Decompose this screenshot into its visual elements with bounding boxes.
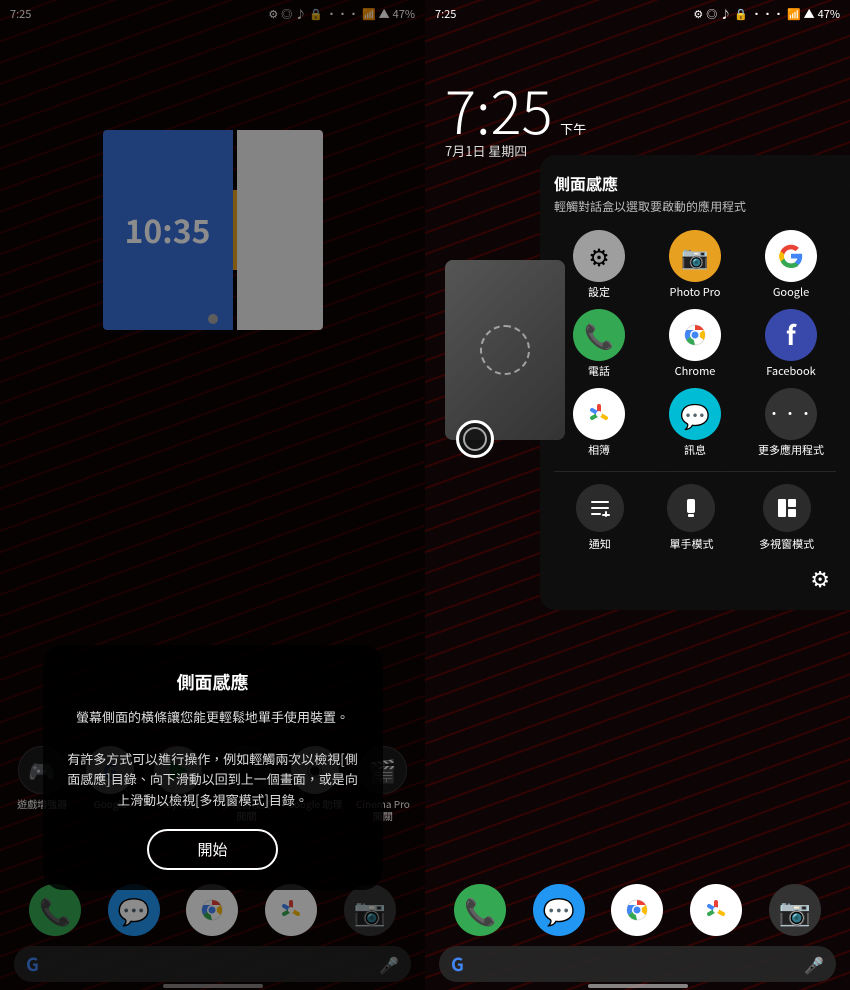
panel-title-left: 側面感應 — [63, 669, 363, 695]
right-clock-ampm: 下午 — [560, 119, 586, 138]
notification-label: 通知 — [589, 536, 611, 552]
panel-app-photopro[interactable]: 📷 Photo Pro — [650, 230, 740, 299]
camera-inner-ring — [463, 427, 487, 451]
photopro-app-label: Photo Pro — [670, 286, 721, 299]
right-panel-title: 側面感應 — [554, 171, 836, 195]
camera-preview — [445, 260, 565, 440]
r-dock-photos[interactable] — [690, 884, 742, 936]
right-status-right: ⚙ ◎ ♪ 🔒 ••• 📶 ▲ 47% — [693, 6, 840, 22]
phone-app-icon[interactable]: 📞 — [573, 309, 625, 361]
r-location-icon: ◎ — [706, 6, 717, 22]
right-status-bar: 7:25 ⚙ ◎ ♪ 🔒 ••• 📶 ▲ 47% — [425, 0, 850, 28]
r-dots-icon: ••• — [751, 6, 784, 22]
r-music-icon: ♪ — [720, 6, 731, 22]
multiwindow-tool-icon[interactable] — [763, 484, 811, 532]
r-settings-icon: ⚙ — [693, 6, 703, 22]
right-search-bar[interactable]: G 🎤 — [439, 946, 836, 982]
messages-app-icon[interactable]: 💬 — [669, 388, 721, 440]
photos-app-icon[interactable] — [573, 388, 625, 440]
camera-shutter-button[interactable] — [456, 420, 494, 458]
tool-multiwindow[interactable]: 多視窗模式 — [759, 484, 814, 552]
tool-notification[interactable]: 通知 — [576, 484, 624, 552]
panel-app-more[interactable]: ••• 更多應用程式 — [746, 388, 836, 457]
panel-settings-icon[interactable]: ⚙ — [810, 562, 830, 594]
r-signal-icon: ▲ — [804, 6, 815, 22]
panel-app-messages[interactable]: 💬 訊息 — [650, 388, 740, 457]
phone-app-label: 電話 — [588, 365, 610, 378]
panel-settings-row: ⚙ — [554, 562, 836, 594]
tool-onehand[interactable]: 單手模式 — [667, 484, 715, 552]
side-panel-right: 側面感應 輕觸對話盒以選取要啟動的應用程式 ⚙ 設定 📷 Photo Pro — [540, 155, 850, 610]
google-app-label: Google — [773, 286, 809, 299]
more-apps-icon[interactable]: ••• — [765, 388, 817, 440]
chrome-app-label: Chrome — [675, 365, 716, 378]
panel-apps-grid: ⚙ 設定 📷 Photo Pro Google — [554, 230, 836, 458]
r-dock-chrome[interactable] — [611, 884, 663, 936]
google-app-icon[interactable] — [765, 230, 817, 282]
settings-app-icon[interactable]: ⚙ — [573, 230, 625, 282]
panel-desc-left: 螢幕側面的橫條讓您能更輕鬆地單手使用裝置。 有許多方式可以進行操作，例如輕觸兩次… — [63, 707, 363, 811]
right-dock: 📞 💬 📷 — [425, 878, 850, 942]
r-dock-message[interactable]: 💬 — [533, 884, 585, 936]
right-panel-subtitle: 輕觸對話盒以選取要啟動的應用程式 — [554, 199, 836, 216]
start-button[interactable]: 開始 — [147, 829, 277, 870]
chrome-app-icon[interactable] — [669, 309, 721, 361]
panel-app-facebook[interactable]: f Facebook — [746, 309, 836, 378]
right-screen: 7:25 ⚙ ◎ ♪ 🔒 ••• 📶 ▲ 47% 7:25 下午 7月1日 星期… — [425, 0, 850, 990]
right-home-bar — [588, 984, 688, 988]
right-time: 7:25 — [435, 6, 456, 22]
r-lock-icon: 🔒 — [734, 6, 748, 22]
right-time-display: 7:25 下午 7月1日 星期四 — [445, 80, 586, 160]
right-clock-time: 7:25 — [445, 67, 553, 151]
r-mic-icon[interactable]: 🎤 — [804, 952, 824, 976]
settings-app-label: 設定 — [588, 286, 610, 299]
panel-app-chrome[interactable]: Chrome — [650, 309, 740, 378]
notification-icon[interactable] — [576, 484, 624, 532]
r-dock-phone[interactable]: 📞 — [454, 884, 506, 936]
facebook-app-label: Facebook — [766, 365, 815, 378]
onehand-label: 單手模式 — [669, 536, 713, 552]
camera-circle — [480, 325, 530, 375]
onehand-icon[interactable] — [667, 484, 715, 532]
panel-app-phone[interactable]: 📞 電話 — [554, 309, 644, 378]
r-dock-camera[interactable]: 📷 — [769, 884, 821, 936]
more-apps-label: 更多應用程式 — [758, 444, 824, 457]
photos-app-label: 相簿 — [588, 444, 610, 457]
r-wifi-icon: 📶 — [787, 6, 801, 22]
panel-tools-row: 通知 單手模式 多視窗 — [554, 471, 836, 552]
panel-app-settings[interactable]: ⚙ 設定 — [554, 230, 644, 299]
right-status-left: 7:25 — [435, 6, 456, 22]
side-panel-left: 側面感應 螢幕側面的橫條讓您能更輕鬆地單手使用裝置。 有許多方式可以進行操作，例… — [43, 645, 383, 890]
r-google-g-icon: G — [451, 951, 464, 977]
panel-app-photos[interactable]: 相簿 — [554, 388, 644, 457]
facebook-app-icon[interactable]: f — [765, 309, 817, 361]
messages-app-label: 訊息 — [684, 444, 706, 457]
multiwindow-tool-label: 多視窗模式 — [759, 536, 814, 552]
photopro-app-icon[interactable]: 📷 — [669, 230, 721, 282]
right-battery: 47% — [818, 6, 840, 22]
panel-app-google[interactable]: Google — [746, 230, 836, 299]
left-screen: 7:25 ⚙ ◎ ♪ 🔒 ••• 📶 ▲ 47% 10:35 🎮 遊戲增強器 — [0, 0, 425, 990]
